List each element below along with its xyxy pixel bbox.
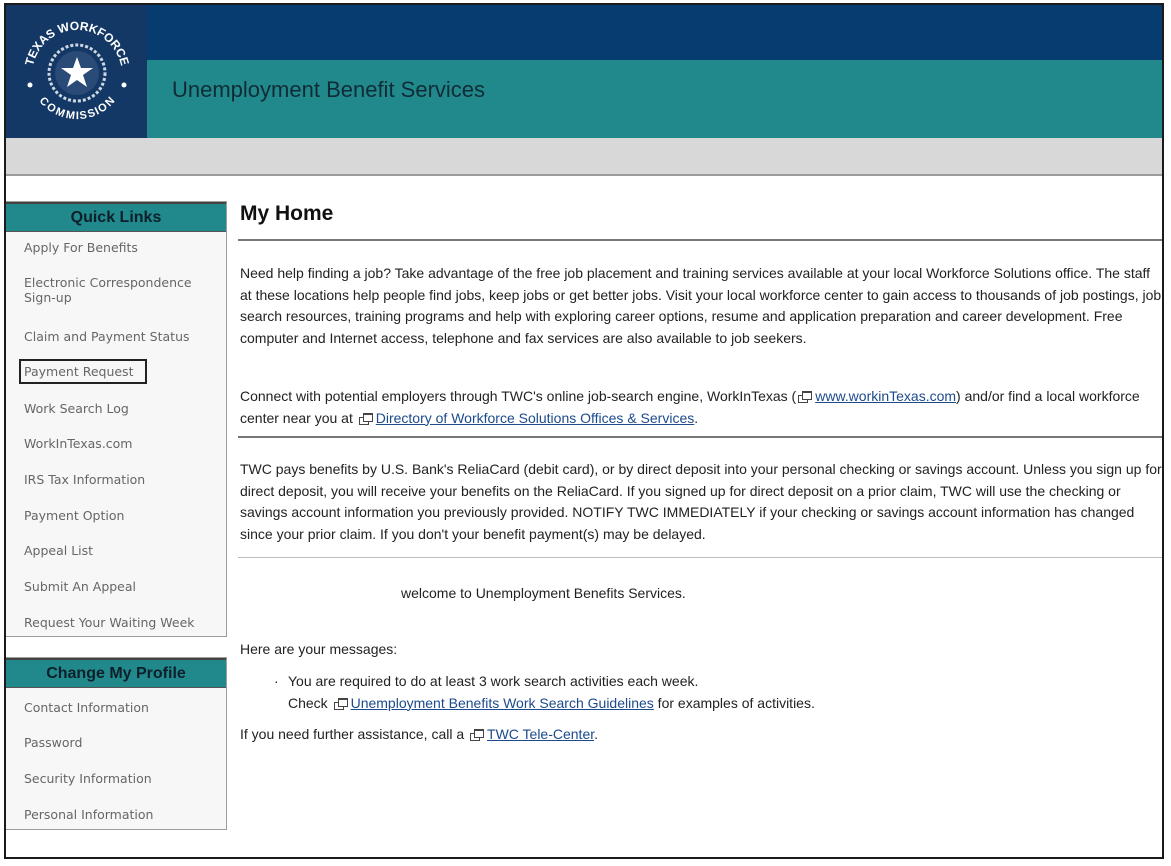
message-item: · You are required to do at least 3 work … [274, 671, 1162, 715]
external-link-icon [333, 697, 348, 710]
workintexas-link[interactable]: www.workinTexas.com [815, 388, 956, 404]
job-help-text: Need help finding a job? Take advantage … [240, 265, 1162, 346]
assistance-suffix: . [594, 726, 599, 742]
section-divider-light [238, 557, 1162, 558]
app-title: Unemployment Benefit Services [172, 77, 486, 102]
sidebar-item-workintexas[interactable]: WorkInTexas.com [6, 436, 132, 451]
work-search-guidelines-link[interactable]: Unemployment Benefits Work Search Guidel… [351, 695, 654, 711]
sidebar-item-payment-request[interactable]: Payment Request [19, 359, 148, 384]
sidebar-item-work-search-log[interactable]: Work Search Log [6, 401, 129, 416]
header-top-bar [6, 5, 1162, 60]
external-link-icon [798, 391, 813, 403]
sidebar-item-apply-for-benefits[interactable]: Apply For Benefits [6, 240, 138, 255]
svg-text:COMMISSION: COMMISSION [37, 95, 118, 122]
sidebar-item-appeal-list[interactable]: Appeal List [6, 543, 93, 558]
tele-center-link[interactable]: TWC Tele-Center [487, 726, 594, 742]
check-text: Check [288, 694, 332, 711]
sidebar-item-security-information[interactable]: Security Information [6, 771, 152, 786]
browser-page: TEXAS WORKFORCE COMMISSION Unemployment … [4, 3, 1164, 859]
sidebar-item-irs-tax-information[interactable]: IRS Tax Information [6, 472, 145, 487]
connect-text-suffix: . [694, 409, 699, 426]
change-profile-panel: Change My Profile Contact Information Pa… [6, 657, 227, 830]
message-check-line: Check Unemployment Benefits Work Search … [274, 693, 1162, 715]
page-title: My Home [240, 202, 334, 225]
external-link-icon [470, 729, 485, 741]
sidebar-item-submit-an-appeal[interactable]: Submit An Appeal [6, 579, 136, 594]
directory-link[interactable]: Directory of Workforce Solutions Offices… [376, 410, 694, 426]
sidebar-item-electronic-correspondence[interactable]: Electronic Correspondence Sign-up [6, 275, 214, 305]
check-text-suffix: for examples of activities. [653, 694, 815, 711]
title-divider [238, 239, 1162, 241]
quick-links-panel: Quick Links Apply For Benefits Electroni… [6, 201, 227, 637]
sidebar-item-password[interactable]: Password [6, 735, 82, 750]
change-profile-title: Change My Profile [6, 658, 226, 688]
message-text: You are required to do at least 3 work s… [288, 673, 699, 689]
twc-logo[interactable]: TEXAS WORKFORCE COMMISSION [6, 5, 147, 138]
messages-intro: Here are your messages: [240, 641, 398, 657]
quick-links-title: Quick Links [6, 202, 226, 232]
connect-text: Connect with potential employers through… [240, 386, 1162, 429]
payment-info-text: TWC pays benefits by U.S. Bank's ReliaCa… [240, 461, 1162, 542]
connect-text-prefix: Connect with potential employers through… [240, 388, 797, 404]
sidebar-item-request-waiting-week[interactable]: Request Your Waiting Week [6, 615, 195, 630]
sidebar-item-personal-information[interactable]: Personal Information [6, 807, 153, 822]
message-line: · You are required to do at least 3 work … [274, 673, 699, 689]
assistance-prefix: If you need further assistance, call a [240, 726, 469, 742]
sidebar-item-claim-payment-status[interactable]: Claim and Payment Status [6, 329, 190, 344]
external-link-icon [358, 412, 373, 425]
welcome-text: welcome to Unemployment Benefits Service… [401, 585, 686, 601]
assistance-text: If you need further assistance, call a T… [240, 724, 1162, 746]
twc-seal-icon: TEXAS WORKFORCE COMMISSION [22, 19, 132, 122]
header-nav-bar [6, 138, 1162, 176]
section-divider [238, 436, 1162, 438]
sidebar-item-contact-information[interactable]: Contact Information [6, 700, 149, 715]
sidebar-item-payment-option[interactable]: Payment Option [6, 508, 124, 523]
